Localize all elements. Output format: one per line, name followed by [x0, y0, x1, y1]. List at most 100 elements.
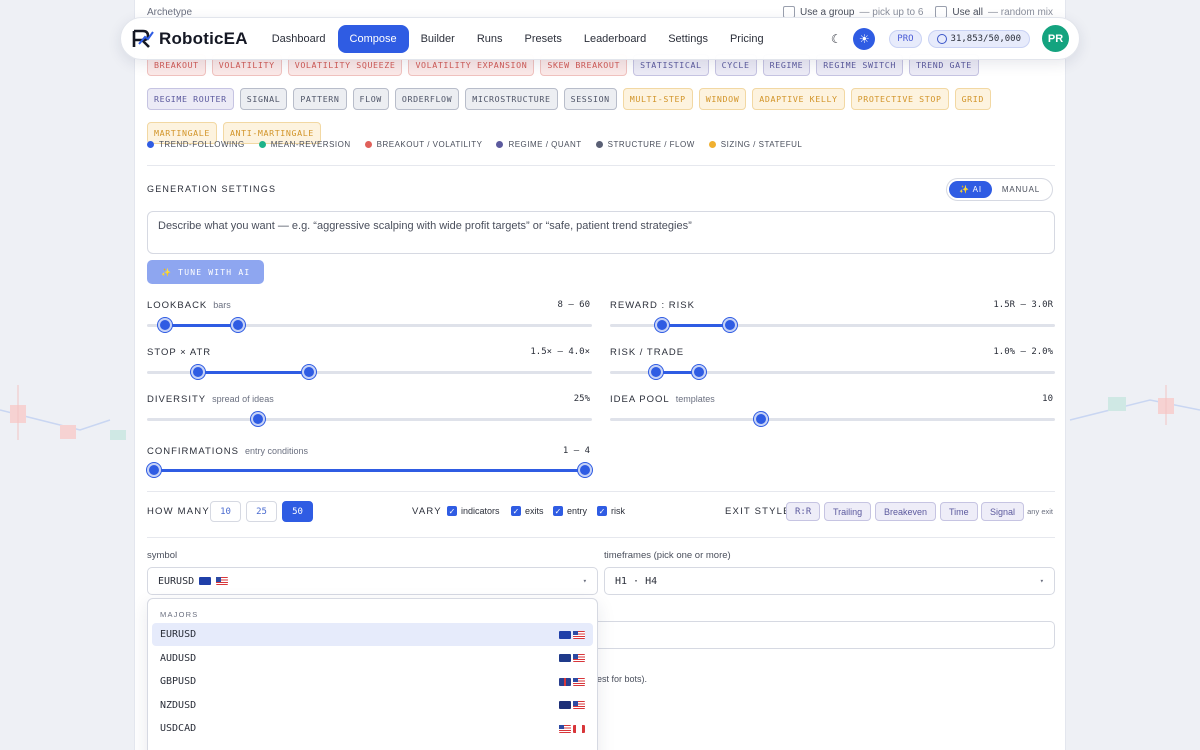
- coin-icon: [936, 33, 947, 44]
- dropdown-option-label: GBPUSD: [160, 676, 197, 687]
- archetype-chip[interactable]: SIGNAL: [239, 88, 288, 110]
- dropdown-option-eurusd[interactable]: EURUSD: [152, 623, 593, 646]
- legend-item: SIZING / STATEFUL: [708, 140, 803, 149]
- dropdown-option-nzdusd[interactable]: NZDUSD: [152, 694, 593, 717]
- vary-exits[interactable]: ✓ exits: [511, 506, 544, 516]
- archetype-legend: TREND-FOLLOWING MEAN-REVERSION BREAKOUT / …: [147, 140, 802, 149]
- idea-pool-slider[interactable]: [610, 412, 1055, 426]
- mode-manual-button[interactable]: MANUAL: [992, 181, 1050, 198]
- how-many-50-button[interactable]: 50: [282, 501, 313, 522]
- reward-risk-label: REWARD : RISK: [610, 300, 695, 311]
- exit-time-button[interactable]: Time: [940, 502, 978, 521]
- how-many-label: HOW MANY: [147, 506, 210, 517]
- check-icon[interactable]: ✓: [511, 506, 521, 516]
- archetype-chip[interactable]: FLOW: [352, 88, 389, 110]
- confirmations-title: CONFIRMATIONS: [147, 446, 239, 457]
- us-flag-icon: [573, 630, 585, 639]
- nav-settings[interactable]: Settings: [658, 26, 718, 52]
- mode-ai-button[interactable]: ✨ AI: [949, 181, 992, 198]
- how-many-25-button[interactable]: 25: [246, 501, 277, 522]
- archetype-chip[interactable]: PROTECTIVE STOP: [850, 88, 949, 110]
- exit-breakeven-button[interactable]: Breakeven: [875, 502, 937, 521]
- vary-entry[interactable]: ✓ entry: [553, 506, 587, 516]
- archetype-chip[interactable]: ADAPTIVE KELLY: [752, 88, 845, 110]
- check-icon[interactable]: ✓: [597, 506, 607, 516]
- archetype-chip[interactable]: ORDERFLOW: [394, 88, 460, 110]
- risk-trade-slider[interactable]: [610, 365, 1055, 379]
- legend-item: TREND-FOLLOWING: [147, 140, 245, 149]
- slider-max-thumb[interactable]: [692, 365, 706, 379]
- slider-thumb[interactable]: [754, 412, 769, 426]
- vary-exits-label: exits: [525, 506, 544, 516]
- dropdown-option-audusd[interactable]: AUDUSD: [152, 647, 593, 670]
- exit-rr-button[interactable]: R:R: [786, 502, 821, 521]
- timeframes-select[interactable]: H1 · H4 ▾: [604, 567, 1055, 595]
- slider-max-thumb[interactable]: [231, 318, 246, 332]
- archetype-chip[interactable]: REGIME ROUTER: [147, 88, 234, 110]
- slider-fill: [154, 469, 585, 472]
- vary-risk[interactable]: ✓ risk: [597, 506, 625, 516]
- sun-icon[interactable]: ☀: [853, 27, 876, 50]
- credits-badge[interactable]: 31,853/50,000: [927, 29, 1030, 48]
- nav-runs[interactable]: Runs: [467, 26, 513, 52]
- legend-label: BREAKOUT / VOLATILITY: [376, 140, 483, 149]
- slider-min-thumb[interactable]: [157, 318, 172, 332]
- eu-flag-icon: [199, 577, 212, 585]
- dropdown-option-usdcad[interactable]: USDCAD: [152, 717, 593, 740]
- moon-icon[interactable]: ☾: [825, 28, 847, 50]
- vary-risk-label: risk: [611, 506, 625, 516]
- slider-max-thumb[interactable]: [302, 365, 317, 379]
- archetype-chip[interactable]: MICROSTRUCTURE: [465, 88, 558, 110]
- describe-prompt-input[interactable]: Describe what you want — e.g. “aggressiv…: [147, 211, 1055, 254]
- confirmations-value: 1 – 4: [562, 446, 590, 456]
- slider-max-thumb[interactable]: [723, 318, 738, 332]
- slider-min-thumb[interactable]: [191, 365, 206, 379]
- nav-pricing[interactable]: Pricing: [720, 26, 774, 52]
- tune-with-ai-button[interactable]: ✨ TUNE WITH AI: [147, 260, 265, 284]
- slider-max-thumb[interactable]: [578, 463, 592, 477]
- stop-atr-value: 1.5× – 4.0×: [530, 347, 590, 357]
- nav-compose[interactable]: Compose: [337, 24, 409, 53]
- slider-min-thumb[interactable]: [147, 463, 161, 477]
- generation-settings-title: GENERATION SETTINGS: [147, 184, 277, 194]
- reward-risk-slider[interactable]: [610, 318, 1055, 332]
- archetype-chip[interactable]: GRID: [954, 88, 991, 110]
- check-icon[interactable]: ✓: [447, 506, 457, 516]
- slider-min-thumb[interactable]: [655, 318, 670, 332]
- legend-dot: [364, 141, 372, 148]
- how-many-10-button[interactable]: 10: [210, 501, 241, 522]
- avatar[interactable]: PR: [1042, 25, 1069, 52]
- eu-flag-icon: [559, 630, 571, 639]
- exit-signal-button[interactable]: Signal: [981, 502, 1025, 521]
- slider-thumb[interactable]: [251, 412, 266, 426]
- archetype-chip[interactable]: WINDOW: [698, 88, 747, 110]
- legend-label: SIZING / STATEFUL: [720, 140, 803, 149]
- nav-links: Dashboard Compose Builder Runs Presets L…: [262, 24, 774, 53]
- dropdown-group-majors: MAJORS: [160, 610, 199, 619]
- archetype-chip[interactable]: SESSION: [563, 88, 617, 110]
- confirmations-slider[interactable]: [147, 463, 592, 477]
- lookback-slider[interactable]: [147, 318, 592, 332]
- legend-label: STRUCTURE / FLOW: [607, 140, 695, 149]
- mode-toggle: ✨ AI MANUAL: [946, 178, 1053, 201]
- archetype-chip[interactable]: PATTERN: [293, 88, 347, 110]
- nav-leaderboard[interactable]: Leaderboard: [574, 26, 656, 52]
- legend-dot: [708, 141, 716, 148]
- diversity-slider[interactable]: [147, 412, 592, 426]
- archetype-chip[interactable]: MULTI-STEP: [622, 88, 693, 110]
- vary-indicators[interactable]: ✓ indicators: [447, 506, 500, 516]
- risk-trade-label: RISK / TRADE: [610, 347, 684, 358]
- dropdown-option-gbpusd[interactable]: GBPUSD: [152, 670, 593, 693]
- symbol-select[interactable]: EURUSD ▾: [147, 567, 598, 595]
- hidden-field[interactable]: [597, 621, 1055, 649]
- slider-min-thumb[interactable]: [648, 365, 663, 379]
- nav-presets[interactable]: Presets: [515, 26, 572, 52]
- nav-dashboard[interactable]: Dashboard: [262, 26, 336, 52]
- exit-trailing-button[interactable]: Trailing: [824, 502, 872, 521]
- flag-pair: [559, 654, 585, 662]
- check-icon[interactable]: ✓: [553, 506, 563, 516]
- stop-atr-slider[interactable]: [147, 365, 592, 379]
- brand-logo[interactable]: RoboticEA: [131, 27, 248, 51]
- nav-builder[interactable]: Builder: [411, 26, 465, 52]
- diversity-label: DIVERSITY spread of ideas: [147, 394, 274, 405]
